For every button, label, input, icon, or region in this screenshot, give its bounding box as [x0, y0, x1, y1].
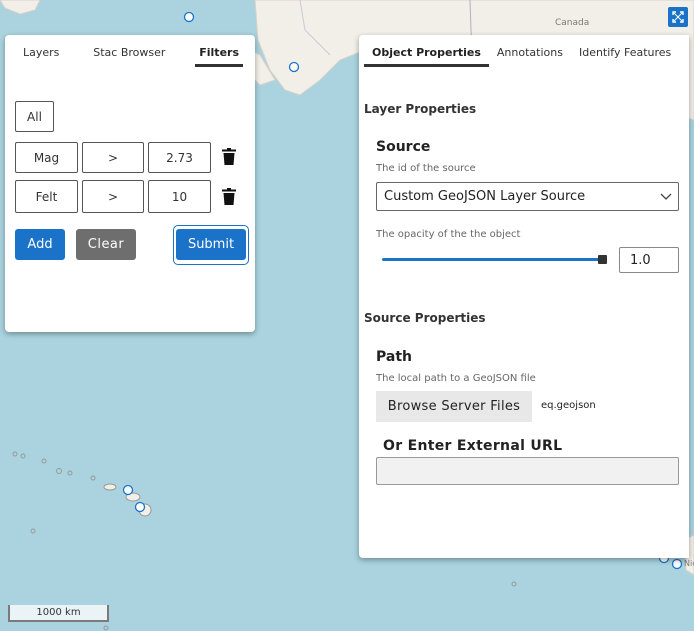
- source-title: Source: [376, 139, 431, 155]
- filters-panel: Layers Stac Browser Filters All Mag > 2.…: [5, 35, 255, 332]
- tab-identify-features[interactable]: Identify Features: [571, 35, 679, 69]
- filter-operator-select[interactable]: >: [82, 142, 144, 173]
- map-scale-bar: 1000 km: [8, 605, 109, 622]
- opacity-slider-thumb[interactable]: [598, 255, 607, 264]
- tab-layers[interactable]: Layers: [15, 35, 67, 69]
- tab-stac-browser[interactable]: Stac Browser: [85, 35, 173, 69]
- filter-value-input[interactable]: 2.73: [148, 142, 211, 173]
- expand-icon: [672, 11, 684, 23]
- filter-value-input[interactable]: 10: [148, 180, 211, 213]
- clear-filters-button[interactable]: Clear: [76, 229, 136, 260]
- path-description: The local path to a GeoJSON file: [376, 373, 536, 384]
- opacity-description: The opacity of the the object: [376, 229, 521, 240]
- source-properties-heading: Source Properties: [364, 311, 486, 325]
- object-properties-panel: Object Properties Annotations Identify F…: [359, 35, 689, 558]
- tab-filters[interactable]: Filters: [191, 35, 247, 69]
- selected-file-name: eq.geojson: [541, 400, 596, 411]
- layer-properties-heading: Layer Properties: [364, 102, 477, 116]
- map-label-canada: Canada: [555, 18, 590, 28]
- left-panel-tabs: Layers Stac Browser Filters: [5, 35, 255, 69]
- fullscreen-button[interactable]: [668, 7, 688, 27]
- opacity-slider[interactable]: [382, 258, 606, 261]
- source-select-value: Custom GeoJSON Layer Source: [384, 189, 586, 204]
- trash-icon[interactable]: [222, 188, 236, 205]
- chevron-down-icon: [660, 193, 672, 200]
- logical-operator-select[interactable]: All: [15, 101, 54, 132]
- external-url-input[interactable]: [376, 457, 679, 485]
- right-panel-tabs: Object Properties Annotations Identify F…: [359, 35, 689, 69]
- source-select[interactable]: Custom GeoJSON Layer Source: [376, 182, 679, 211]
- add-filter-button[interactable]: Add: [15, 229, 65, 260]
- tab-object-properties[interactable]: Object Properties: [364, 35, 489, 69]
- trash-icon[interactable]: [222, 148, 236, 165]
- source-description: The id of the source: [376, 163, 476, 174]
- filter-field-select[interactable]: Mag: [15, 142, 78, 173]
- submit-filters-button[interactable]: Submit: [176, 229, 246, 260]
- filter-field-select[interactable]: Felt: [15, 180, 78, 213]
- external-url-title: Or Enter External URL: [383, 438, 563, 454]
- path-title: Path: [376, 349, 412, 365]
- browse-server-files-button[interactable]: Browse Server Files: [376, 391, 532, 422]
- map-label-partial: Nic: [684, 559, 694, 568]
- opacity-input[interactable]: 1.0: [619, 247, 679, 273]
- filter-operator-select[interactable]: >: [82, 180, 144, 213]
- tab-annotations[interactable]: Annotations: [489, 35, 571, 69]
